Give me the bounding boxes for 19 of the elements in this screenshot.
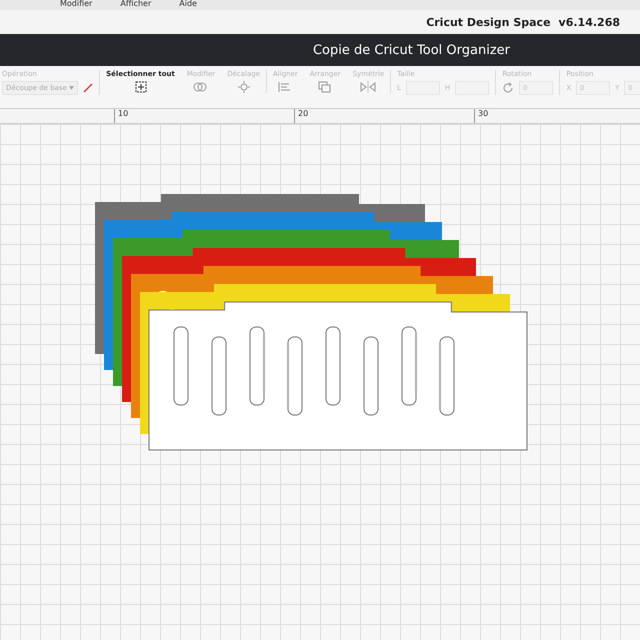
flip-icon: [360, 81, 376, 93]
select-all-icon: [134, 81, 146, 93]
app-title: Cricut Design Space: [426, 16, 551, 28]
app-version: v6.14.268: [558, 16, 620, 28]
caret-icon: [69, 86, 74, 90]
rotate-icon: [502, 82, 514, 94]
weld-icon: [193, 81, 210, 93]
menu-item[interactable]: Aide: [179, 0, 197, 10]
sun-icon: [236, 81, 251, 93]
menu-item[interactable]: Modifier: [60, 0, 92, 10]
menu-item[interactable]: Afficher: [120, 0, 152, 10]
ruler-mark: 30: [474, 109, 494, 123]
pen-icon: [83, 83, 94, 93]
project-title: Copie de Cricut Tool Organizer: [312, 42, 510, 58]
ruler-mark: 10: [114, 109, 134, 123]
arrange-icon: [318, 81, 332, 93]
ruler-mark: 20: [294, 109, 314, 123]
select-tool-button[interactable]: [134, 81, 146, 93]
align-icon: [278, 81, 292, 93]
